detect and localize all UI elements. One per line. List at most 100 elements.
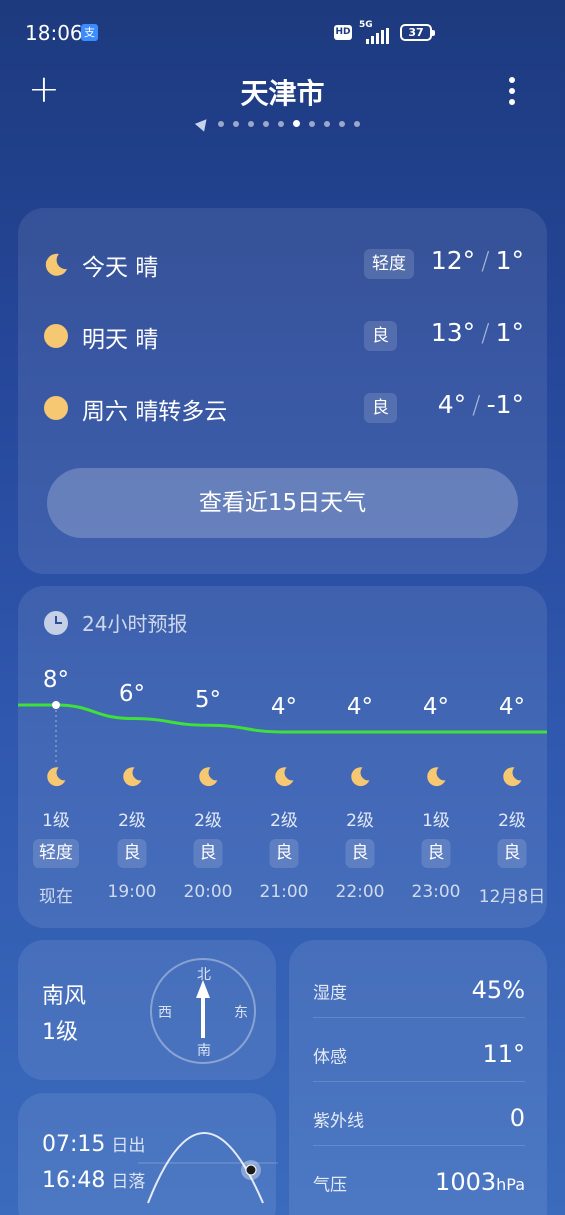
pressure-label: 气压: [313, 1175, 347, 1196]
hourly-item: 4° 1级良 23:00: [398, 586, 474, 928]
hourly-wind: 2级: [270, 811, 298, 831]
aqi-badge: 良: [364, 393, 397, 423]
pager-dot[interactable]: [233, 120, 239, 127]
hourly-temp: 5°: [194, 687, 222, 714]
hourly-time: 19:00: [107, 882, 157, 902]
pager-dot[interactable]: [218, 120, 224, 127]
hourly-aqi-badge: 良: [421, 839, 451, 868]
hourly-wind: 2级: [346, 811, 374, 831]
status-bar: 18:06 支 HD 5G 37: [0, 0, 565, 66]
sunrise-sunset-card[interactable]: 07:15 日出 16:48 日落: [18, 1093, 278, 1215]
pager-dot[interactable]: [339, 120, 345, 127]
more-menu-icon[interactable]: [500, 74, 524, 108]
temp-low: 1°: [495, 318, 524, 347]
hourly-aqi-badge: 良: [497, 839, 527, 868]
hourly-item: 5° 2级良 20:00: [170, 586, 246, 928]
city-pager[interactable]: [194, 115, 360, 132]
pressure-value: 1003hPa: [435, 1168, 525, 1196]
day-label: 今天 晴: [82, 255, 159, 281]
temp-low: -1°: [486, 390, 524, 419]
status-time: 18:06: [25, 21, 83, 45]
humidity-value: 45%: [471, 976, 525, 1004]
wind-direction: 南风: [42, 984, 87, 1009]
temp-high: 4°: [437, 390, 467, 419]
hourly-temp: 4°: [498, 694, 526, 720]
wind-card[interactable]: 南风 1级 北 南 东 西: [18, 940, 276, 1080]
pager-dot[interactable]: [293, 120, 300, 127]
temp-range: 13°/1°: [431, 318, 524, 347]
temp-range: 12°/1°: [431, 246, 524, 275]
sunset-time: 16:48: [42, 1168, 106, 1193]
sun-arc-icon: [138, 1132, 278, 1204]
pager-dot[interactable]: [354, 120, 360, 127]
temp-separator: /: [481, 246, 490, 275]
hourly-temp: 8°: [42, 667, 70, 693]
pager-dot[interactable]: [324, 120, 330, 127]
hourly-wind: 1级: [422, 811, 450, 831]
moon-icon: [348, 764, 372, 788]
forecast-row-tomorrow[interactable]: 明天 晴 良 13°/1°: [42, 316, 524, 356]
moon-icon: [120, 764, 144, 788]
hourly-item: 4° 2级良 22:00: [322, 586, 398, 928]
temp-range: 4° / -1°: [438, 390, 524, 419]
moon-icon: [44, 764, 68, 788]
hourly-time: 20:00: [183, 882, 233, 902]
temp-high: 13°: [430, 318, 476, 347]
hourly-wind: 2级: [498, 811, 526, 831]
alipay-icon: 支: [81, 24, 98, 41]
hourly-item: 6° 2级良 19:00: [94, 586, 170, 928]
day-label: 明天 晴: [82, 327, 159, 353]
hourly-aqi-badge: 良: [193, 839, 223, 868]
pager-dot[interactable]: [309, 120, 315, 127]
hourly-forecast-card[interactable]: 24小时预报 8° 1级 轻度 现在 6° 2级良 19:00 5° 2级良 20:00 4° 2级良…: [18, 586, 547, 928]
hourly-time: 22:00: [335, 882, 385, 902]
signal-icon: 5G: [358, 20, 394, 44]
hourly-temp: 4°: [422, 694, 450, 720]
pager-dot[interactable]: [248, 120, 254, 127]
pressure-row: 气压 1003hPa: [313, 1146, 525, 1210]
feels-like-row: 体感 11°: [313, 1018, 525, 1082]
forecast-row-today[interactable]: 今天 晴 轻度 12°/1°: [42, 244, 524, 284]
hourly-wind: 2级: [194, 811, 222, 831]
pager-dot[interactable]: [263, 120, 269, 127]
hd-icon: HD: [334, 25, 352, 40]
location-arrow-icon: [194, 115, 212, 132]
hourly-item: 8° 1级 轻度 现在: [18, 586, 94, 928]
uv-label: 紫外线: [313, 1111, 364, 1132]
forecast-card: 今天 晴 轻度 12°/1° 明天 晴 良 13°/1° 周六 晴转多云 良 4…: [18, 208, 547, 574]
battery-icon: 37: [400, 24, 435, 41]
moon-icon: [196, 764, 220, 788]
hourly-time: 12月8日: [478, 887, 546, 907]
hourly-wind: 2级: [118, 811, 146, 831]
sun-icon: [42, 322, 70, 350]
hourly-item: 4° 2级良 12月8日: [474, 586, 550, 928]
temp-high: 12°: [430, 246, 476, 275]
hourly-item: 4° 2级良 21:00: [246, 586, 322, 928]
moon-icon: [272, 764, 296, 788]
forecast-row-saturday[interactable]: 周六 晴转多云 良 4° / -1°: [42, 388, 524, 428]
uv-row: 紫外线 0: [313, 1082, 525, 1146]
view-15-day-button[interactable]: 查看近15日天气: [47, 468, 518, 538]
aqi-badge: 轻度: [364, 249, 414, 279]
sun-icon: [42, 394, 70, 422]
feels-like-value: 11°: [482, 1040, 525, 1068]
hourly-time: 现在: [39, 887, 73, 907]
hourly-time: 23:00: [411, 882, 461, 902]
sunrise-row: 07:15 日出: [42, 1131, 145, 1157]
aqi-badge: 良: [364, 321, 397, 351]
pager-dot[interactable]: [278, 120, 284, 127]
hourly-wind: 1级: [42, 811, 70, 831]
temp-separator: /: [481, 318, 490, 347]
hourly-aqi-badge: 良: [117, 839, 147, 868]
hourly-time: 21:00: [259, 882, 309, 902]
temp-separator: /: [472, 390, 481, 419]
pressure-unit: hPa: [496, 1175, 525, 1194]
sunset-row: 16:48 日落: [42, 1167, 145, 1193]
hourly-aqi-badge: 良: [345, 839, 375, 868]
details-card[interactable]: 湿度 45% 体感 11° 紫外线 0 气压 1003hPa: [289, 940, 547, 1215]
sunrise-time: 07:15: [42, 1132, 106, 1157]
hourly-temp: 6°: [118, 680, 146, 707]
compass-icon: 北 南 东 西: [150, 958, 256, 1064]
wind-level: 1级: [42, 1020, 78, 1045]
moon-icon: [424, 764, 448, 788]
